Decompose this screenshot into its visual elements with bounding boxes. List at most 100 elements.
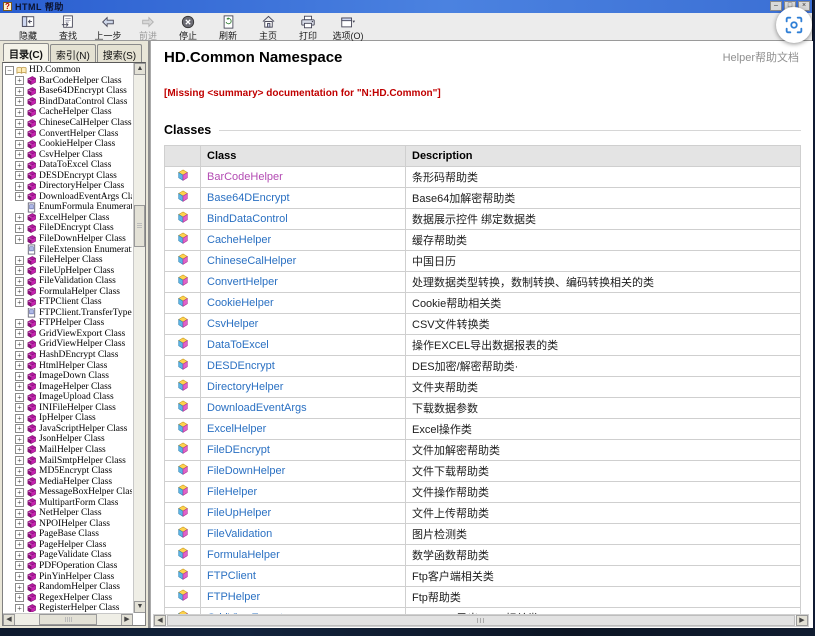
tree-item[interactable]: +ImageHelper Class	[5, 381, 132, 392]
class-link[interactable]: DownloadEventArgs	[207, 402, 307, 414]
class-link[interactable]: DESDEncrypt	[207, 360, 275, 372]
tree-expander[interactable]: +	[15, 298, 24, 307]
tree-expander[interactable]: +	[15, 593, 24, 602]
tree-expander[interactable]: +	[15, 119, 24, 128]
tree-expander[interactable]: +	[15, 76, 24, 85]
tree-expander[interactable]: +	[15, 509, 24, 518]
tree-expander[interactable]: +	[15, 213, 24, 222]
tree-item[interactable]: +ImageDown Class	[5, 371, 132, 382]
tree-item[interactable]: +DirectoryHelper Class	[5, 181, 132, 192]
tree-expander[interactable]: +	[15, 403, 24, 412]
refresh-button[interactable]: 刷新	[208, 14, 248, 42]
tree-expander[interactable]: +	[15, 266, 24, 275]
tree-item[interactable]: +MD5Encrypt Class	[5, 466, 132, 477]
class-link[interactable]: DataToExcel	[207, 339, 269, 351]
tree-item[interactable]: +DownloadEventArgs Class	[5, 192, 132, 203]
tree-item[interactable]: +PDFOperation Class	[5, 561, 132, 572]
class-link[interactable]: CsvHelper	[207, 318, 258, 330]
tree-item[interactable]: +BindDataControl Class	[5, 97, 132, 108]
tree-item[interactable]: +MailSmtpHelper Class	[5, 455, 132, 466]
tree-item[interactable]: +Base64DEncrypt Class	[5, 86, 132, 97]
tree-expander[interactable]: +	[15, 287, 24, 296]
class-link[interactable]: Base64DEncrypt	[207, 192, 290, 204]
tree-expander[interactable]: +	[15, 372, 24, 381]
content-scroll-left-arrow[interactable]: ◀	[154, 615, 166, 626]
screenshot-overlay-button[interactable]	[776, 7, 812, 43]
tree-item[interactable]: +MailHelper Class	[5, 445, 132, 456]
class-link[interactable]: CacheHelper	[207, 234, 271, 246]
options-button[interactable]: 选项(O)	[328, 14, 368, 42]
tree-expander[interactable]: +	[15, 161, 24, 170]
tree-item[interactable]: +RegexHelper Class	[5, 592, 132, 603]
tree-item[interactable]: +ImageUpload Class	[5, 392, 132, 403]
class-link[interactable]: ExcelHelper	[207, 423, 266, 435]
tree-item[interactable]: +MultipartForm Class	[5, 497, 132, 508]
tree-expander[interactable]: +	[15, 140, 24, 149]
tree-expander[interactable]: +	[15, 87, 24, 96]
class-link[interactable]: FTPHelper	[207, 591, 260, 603]
tree-item[interactable]: +HtmlHelper Class	[5, 360, 132, 371]
tree-expander[interactable]: +	[15, 435, 24, 444]
tree-item[interactable]: +ChineseCalHelper Class	[5, 118, 132, 129]
tree-item[interactable]: +BarCodeHelper Class	[5, 76, 132, 87]
tree-expander[interactable]: +	[15, 572, 24, 581]
tree-root-hd-common[interactable]: −HD.Common	[5, 65, 132, 76]
tree-item[interactable]: +DESDEncrypt Class	[5, 170, 132, 181]
tree-expander[interactable]: +	[15, 498, 24, 507]
tree-item[interactable]: +PinYinHelper Class	[5, 571, 132, 582]
tree-expander[interactable]: +	[15, 256, 24, 265]
tree-item[interactable]: +JavaScriptHelper Class	[5, 424, 132, 435]
tree-item[interactable]: +FileDownHelper Class	[5, 234, 132, 245]
scroll-left-arrow[interactable]: ◀	[3, 614, 15, 626]
tree-item[interactable]: +FileValidation Class	[5, 276, 132, 287]
forward-button[interactable]: 前进	[128, 14, 168, 42]
tree-item[interactable]: FileExtension Enumeration	[5, 244, 132, 255]
tab-contents[interactable]: 目录(C)	[3, 43, 49, 61]
tree-expander[interactable]: +	[15, 150, 24, 159]
tree-expander[interactable]: +	[15, 530, 24, 539]
tree-item[interactable]: +FileHelper Class	[5, 255, 132, 266]
tree-expander[interactable]: +	[15, 97, 24, 106]
minimize-button[interactable]: –	[770, 1, 782, 11]
print-button[interactable]: 打印	[288, 14, 328, 42]
locate-button[interactable]: 查找	[48, 14, 88, 42]
class-link[interactable]: FileUpHelper	[207, 507, 271, 519]
class-link[interactable]: FTPClient	[207, 570, 256, 582]
tree-item[interactable]: +ExcelHelper Class	[5, 213, 132, 224]
tree-item[interactable]: +DataToExcel Class	[5, 160, 132, 171]
tree-vertical-scrollbar[interactable]: ▲ ▼	[133, 63, 145, 613]
scroll-down-arrow[interactable]: ▼	[134, 601, 146, 613]
tree-item[interactable]: +FTPClient Class	[5, 297, 132, 308]
tree-expander[interactable]: +	[15, 277, 24, 286]
tree-expander[interactable]: +	[15, 224, 24, 233]
hide-button[interactable]: 隐藏	[8, 14, 48, 42]
content-hscroll-thumb[interactable]	[167, 615, 795, 626]
tree-expander[interactable]: +	[15, 467, 24, 476]
tree-expander[interactable]: +	[15, 414, 24, 423]
class-link[interactable]: FormulaHelper	[207, 549, 280, 561]
tree-expander[interactable]: +	[15, 171, 24, 180]
tree-expander[interactable]: +	[15, 540, 24, 549]
tree-expander[interactable]: +	[15, 604, 24, 612]
tree-expander[interactable]: +	[15, 329, 24, 338]
tree-item[interactable]: +NetHelper Class	[5, 508, 132, 519]
tree-expander[interactable]: +	[15, 129, 24, 138]
tree-expander[interactable]: +	[15, 456, 24, 465]
tree-item[interactable]: +JsonHelper Class	[5, 434, 132, 445]
scroll-right-arrow[interactable]: ▶	[121, 614, 133, 626]
tree-item[interactable]: +IpHelper Class	[5, 413, 132, 424]
class-link[interactable]: FileHelper	[207, 486, 257, 498]
tree-expander[interactable]: +	[15, 182, 24, 191]
tree-item[interactable]: +PageHelper Class	[5, 540, 132, 551]
tree-expander[interactable]: +	[15, 583, 24, 592]
tree-item[interactable]: +GridViewExport Class	[5, 329, 132, 340]
class-link[interactable]: FileDownHelper	[207, 465, 285, 477]
class-link[interactable]: DirectoryHelper	[207, 381, 283, 393]
stop-button[interactable]: 停止	[168, 14, 208, 42]
tree-item[interactable]: +GridViewHelper Class	[5, 339, 132, 350]
tree-item[interactable]: +CookieHelper Class	[5, 139, 132, 150]
tree-expander[interactable]: +	[15, 519, 24, 528]
tree-item[interactable]: +FTPHelper Class	[5, 318, 132, 329]
tree-expander[interactable]: +	[15, 351, 24, 360]
tree-item[interactable]: +CsvHelper Class	[5, 149, 132, 160]
